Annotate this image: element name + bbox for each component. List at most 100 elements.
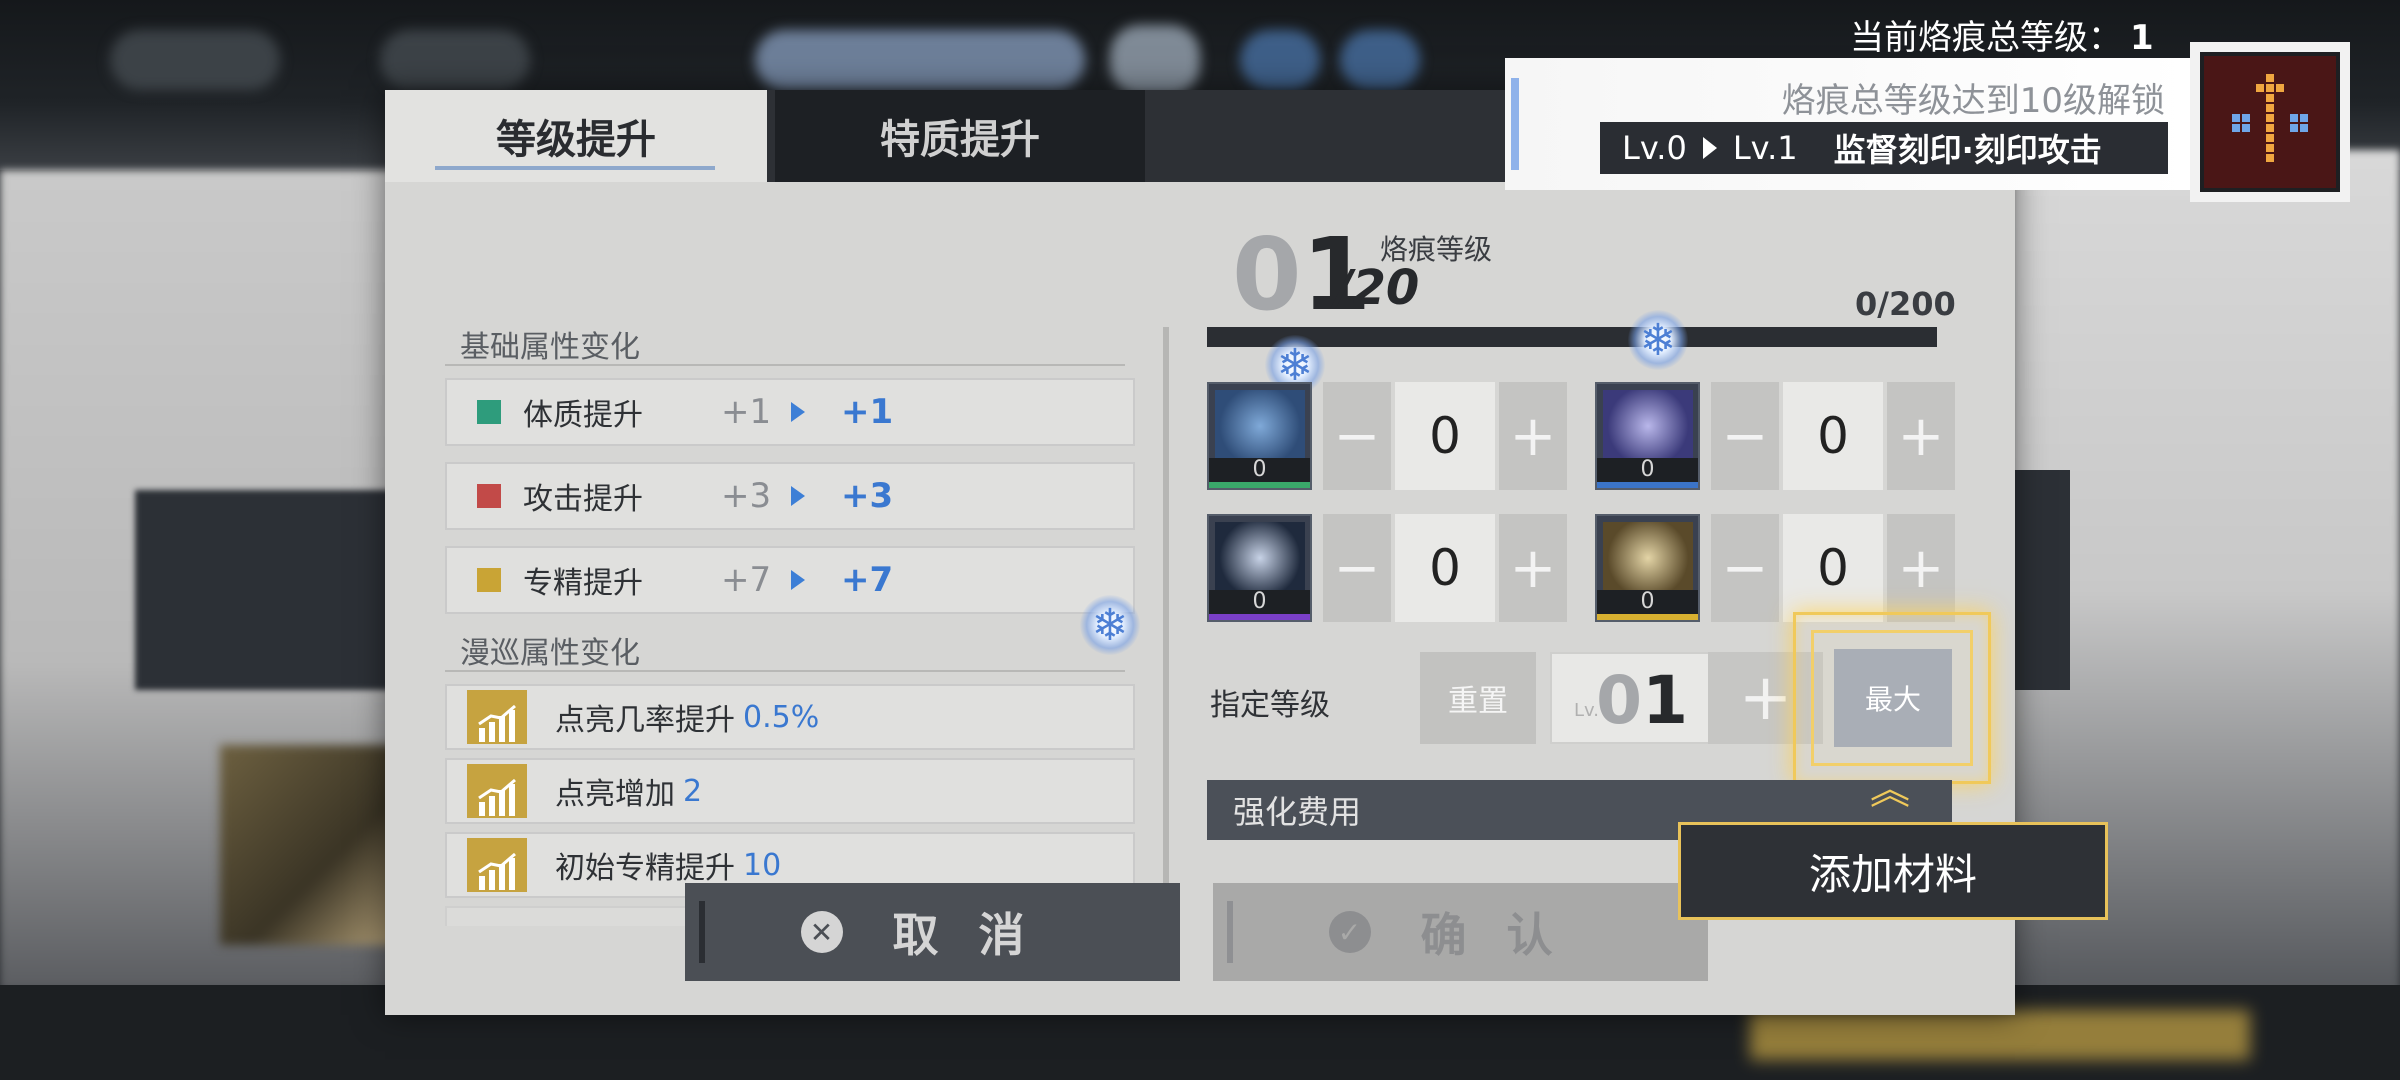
minus-button[interactable]: − [1323,514,1391,622]
unlock-notice-card: 烙痕总等级达到10级解锁 Lv.0 Lv.1 监督刻印·刻印攻击 [1505,58,2195,190]
exp-text: 0/200 [1855,285,1956,323]
roam-label: 初始专精提升 [555,851,735,886]
max-button[interactable]: 最大 [1834,649,1952,747]
material-slot-2[interactable]: 0 [1595,382,1700,490]
roam-value: 0.5% [743,699,820,735]
emblem-inner [2200,52,2340,192]
specify-level-label: 指定等级 [1210,688,1330,723]
to-level: Lv.1 [1732,129,1798,167]
plus-button[interactable]: + [1887,514,1955,622]
arrow-right-icon [791,486,805,506]
target-digit-1: 1 [1642,662,1688,739]
roam-label: 点亮增加 [555,777,675,812]
cancel-label: 取消 [892,908,1065,962]
material-slot-3[interactable]: 0 [1207,514,1312,622]
plus-button[interactable]: + [1499,514,1567,622]
material-count: 0 [1597,458,1698,482]
confirm-button[interactable]: ✓ 确认 [1213,883,1708,981]
attr-to: +3 [841,476,894,516]
material-amount: 0 [1783,382,1883,490]
max-button-inner-frame: 最大 [1811,630,1973,766]
total-level-label: 当前烙痕总等级： [1850,18,2122,58]
roam-section-title: 漫巡属性变化 [460,636,640,671]
total-level-value: 1 [2130,18,2154,58]
tab-level-up-label: 等级提升 [496,117,656,163]
check-circle-icon: ✓ [1328,911,1371,953]
button-stripe [1227,901,1233,963]
bg-pill [110,30,280,90]
card-accent [1511,78,1519,170]
plus-button[interactable]: + [1499,382,1567,490]
chevron-up-icon: ︽ [1870,767,1910,813]
sparkle-icon [1080,595,1140,655]
unlock-level-band: Lv.0 Lv.1 监督刻印·刻印攻击 [1600,122,2168,174]
attr-row-constitution: 体质提升 +1 +1 [445,378,1135,446]
attribute-list-scrollbar[interactable] [1163,327,1169,927]
cancel-button[interactable]: ✕ 取消 [685,883,1180,981]
minus-button[interactable]: − [1323,382,1391,490]
mastery-swatch [477,568,501,592]
material-slot-4[interactable]: 0 [1595,514,1700,622]
minus-button[interactable]: − [1711,514,1779,622]
attr-to: +1 [841,392,894,432]
material-amount: 0 [1783,514,1883,622]
attr-from: +3 [721,476,772,516]
button-stripe [699,901,705,963]
material-art [1215,390,1305,462]
bg-right-dark [2010,470,2070,690]
total-level-display: 当前烙痕总等级： 1 [1850,10,2154,59]
add-material-tooltip: 添加材料 [1678,822,2108,920]
arrow-pixel-emblem-icon [2190,42,2350,202]
enhance-cost-label: 强化费用 [1233,793,1362,831]
material-rarity-bar [1209,614,1310,620]
attr-label: 专精提升 [523,566,643,601]
material-stepper-3: − 0 + [1323,514,1567,622]
material-art [1603,522,1693,594]
material-amount: 0 [1395,382,1495,490]
minus-button[interactable]: − [1711,382,1779,490]
material-art [1215,522,1305,594]
material-art [1603,390,1693,462]
material-count: 0 [1209,458,1310,482]
arrow-right-icon [1702,137,1717,159]
confirm-label: 确认 [1420,908,1593,962]
attr-from: +7 [721,560,772,600]
material-stepper-2: − 0 + [1711,382,1955,490]
level-digit-0: 0 [1232,216,1302,333]
close-circle-icon: ✕ [800,911,843,953]
attr-label: 体质提升 [523,398,643,433]
bg-pill [755,30,1085,90]
material-slot-1[interactable]: 0 [1207,382,1312,490]
bg-gold-glow [1750,1010,2250,1060]
roam-row: 点亮几率提升 0.5% [445,684,1135,750]
bg-pill [1240,30,1320,90]
bg-pill [380,30,530,90]
bar-chart-icon [467,764,527,818]
plus-button[interactable]: + [1887,382,1955,490]
roam-value: 10 [743,847,782,883]
tab-level-up[interactable]: 等级提升 [385,90,767,182]
target-level-number: 01 [1596,662,1688,739]
material-count: 0 [1597,590,1698,614]
section-divider [445,364,1125,366]
material-count: 0 [1209,590,1310,614]
basic-section-title: 基础属性变化 [460,330,640,365]
tab-trait-up[interactable]: 特质提升 [775,90,1145,182]
material-stepper-4: − 0 + [1711,514,1955,622]
reset-button[interactable]: 重置 [1420,652,1536,744]
attr-to: +7 [841,560,894,600]
material-amount: 0 [1395,514,1495,622]
bg-pill [1110,25,1200,95]
material-rarity-bar [1597,482,1698,488]
attr-from: +1 [721,392,772,432]
skill-name: 监督刻印·刻印攻击 [1833,131,2102,169]
target-digit-0: 0 [1596,662,1643,739]
material-stepper-1: − 0 + [1323,382,1567,490]
attr-label: 攻击提升 [523,482,643,517]
bg-image-card [220,745,400,945]
bar-chart-icon [467,690,527,744]
material-rarity-bar [1597,614,1698,620]
material-rarity-bar [1209,482,1310,488]
level-max: /20 [1335,260,1420,316]
roam-label: 点亮几率提升 [555,703,735,738]
